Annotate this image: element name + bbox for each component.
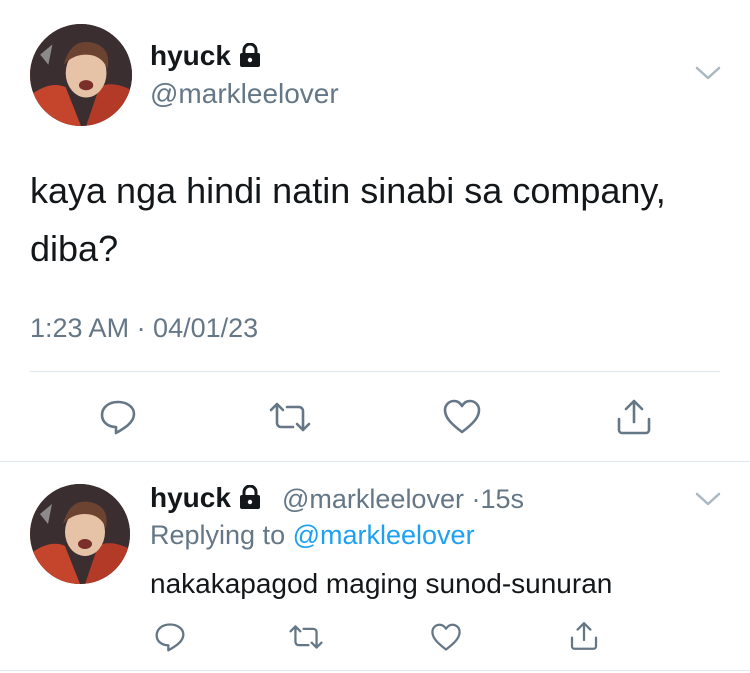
divider bbox=[30, 371, 720, 372]
avatar-image bbox=[30, 24, 132, 126]
chevron-down-icon[interactable] bbox=[695, 64, 721, 87]
display-name-text[interactable]: hyuck bbox=[150, 482, 231, 513]
lock-icon bbox=[239, 484, 261, 516]
reply-meta-line: @markleelover ·15s bbox=[282, 484, 524, 515]
retweet-button[interactable] bbox=[284, 620, 328, 654]
display-name[interactable]: hyuck bbox=[150, 482, 261, 516]
tweet-text: nakakapagod maging sunod-sunuran bbox=[150, 568, 613, 599]
like-icon bbox=[431, 623, 461, 651]
avatar[interactable] bbox=[30, 24, 132, 126]
reply-icon bbox=[100, 400, 136, 435]
replying-to-mention[interactable]: @markleelover bbox=[293, 520, 475, 550]
display-name-text[interactable]: hyuck bbox=[150, 40, 231, 71]
share-icon bbox=[570, 622, 598, 650]
avatar[interactable] bbox=[30, 484, 130, 584]
replying-to: Replying to @markleelover bbox=[150, 520, 475, 551]
retweet-icon bbox=[269, 402, 311, 432]
handle[interactable]: @markleelover bbox=[150, 78, 339, 110]
tweet-text: kaya nga hindi natin sinabi sa company, … bbox=[30, 170, 666, 269]
bottom-divider bbox=[0, 670, 750, 671]
avatar-image bbox=[30, 484, 130, 584]
lock-icon bbox=[239, 42, 261, 74]
share-button[interactable] bbox=[612, 396, 656, 438]
reply-icon bbox=[155, 623, 185, 652]
reply-button[interactable] bbox=[150, 620, 190, 654]
like-icon bbox=[443, 399, 481, 434]
retweet-button[interactable] bbox=[266, 397, 314, 437]
time-ago[interactable]: 15s bbox=[480, 484, 524, 514]
chevron-down-icon[interactable] bbox=[695, 490, 721, 513]
display-name[interactable]: hyuck bbox=[150, 40, 261, 74]
handle[interactable]: @markleelover bbox=[282, 484, 464, 514]
share-icon bbox=[617, 399, 651, 435]
retweet-icon bbox=[289, 625, 323, 649]
like-button[interactable] bbox=[426, 620, 466, 654]
replying-prefix: Replying to bbox=[150, 520, 286, 550]
share-button[interactable] bbox=[564, 618, 604, 654]
tweet-separator bbox=[0, 461, 750, 462]
timestamp[interactable]: 1:23 AM · 04/01/23 bbox=[30, 313, 258, 344]
like-button[interactable] bbox=[440, 397, 484, 437]
reply-button[interactable] bbox=[96, 397, 140, 437]
